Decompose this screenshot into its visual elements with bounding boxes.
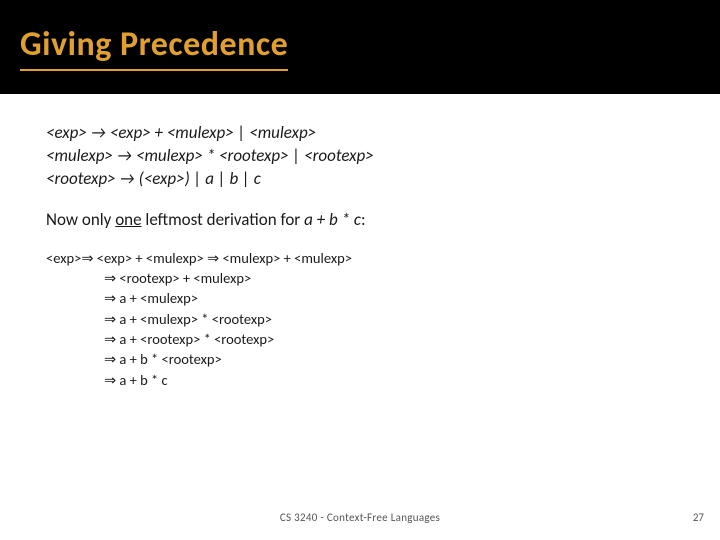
desc-expr: a + b * c bbox=[304, 209, 361, 230]
derivation-step-3: ⇒ a + <mulexp> * <rootexp> bbox=[104, 309, 674, 329]
desc-underlined: one bbox=[115, 209, 141, 230]
description-line: Now only one leftmost derivation for a +… bbox=[46, 209, 674, 230]
page-number: 27 bbox=[693, 511, 704, 524]
title-bar: Giving Precedence bbox=[0, 0, 720, 94]
desc-prefix: Now only bbox=[46, 209, 115, 230]
slide-content: <exp> → <exp> + <mulexp> | <mulexp> <mul… bbox=[0, 94, 720, 390]
derivation-rest-0: ⇒ <exp> + <mulexp> ⇒ <mulexp> + <mulexp> bbox=[81, 248, 352, 268]
desc-mid: leftmost derivation for bbox=[142, 209, 304, 230]
derivation-step-4: ⇒ a + <rootexp> * <rootexp> bbox=[104, 329, 674, 349]
desc-end: : bbox=[361, 209, 366, 230]
derivation-block: <exp> ⇒ <exp> + <mulexp> ⇒ <mulexp> + <m… bbox=[46, 248, 674, 390]
derivation-step-5: ⇒ a + b * <rootexp> bbox=[104, 349, 674, 369]
derivation-step-1: ⇒ <rootexp> + <mulexp> bbox=[104, 268, 674, 288]
footer-text: CS 3240 - Context-Free Languages bbox=[0, 511, 720, 524]
slide-title: Giving Precedence bbox=[20, 24, 288, 71]
derivation-step-6: ⇒ a + b * c bbox=[104, 370, 674, 390]
grammar-line-1: <exp> → <exp> + <mulexp> | <mulexp> bbox=[46, 122, 674, 145]
grammar-line-3: <rootexp> → (<exp>) | a | b | c bbox=[46, 168, 674, 191]
derivation-step-2: ⇒ a + <mulexp> bbox=[104, 288, 674, 308]
grammar-line-2: <mulexp> → <mulexp> * <rootexp> | <roote… bbox=[46, 145, 674, 168]
derivation-head: <exp> bbox=[46, 248, 81, 268]
derivation-step-0: <exp> ⇒ <exp> + <mulexp> ⇒ <mulexp> + <m… bbox=[46, 248, 674, 268]
grammar-block: <exp> → <exp> + <mulexp> | <mulexp> <mul… bbox=[46, 122, 674, 191]
